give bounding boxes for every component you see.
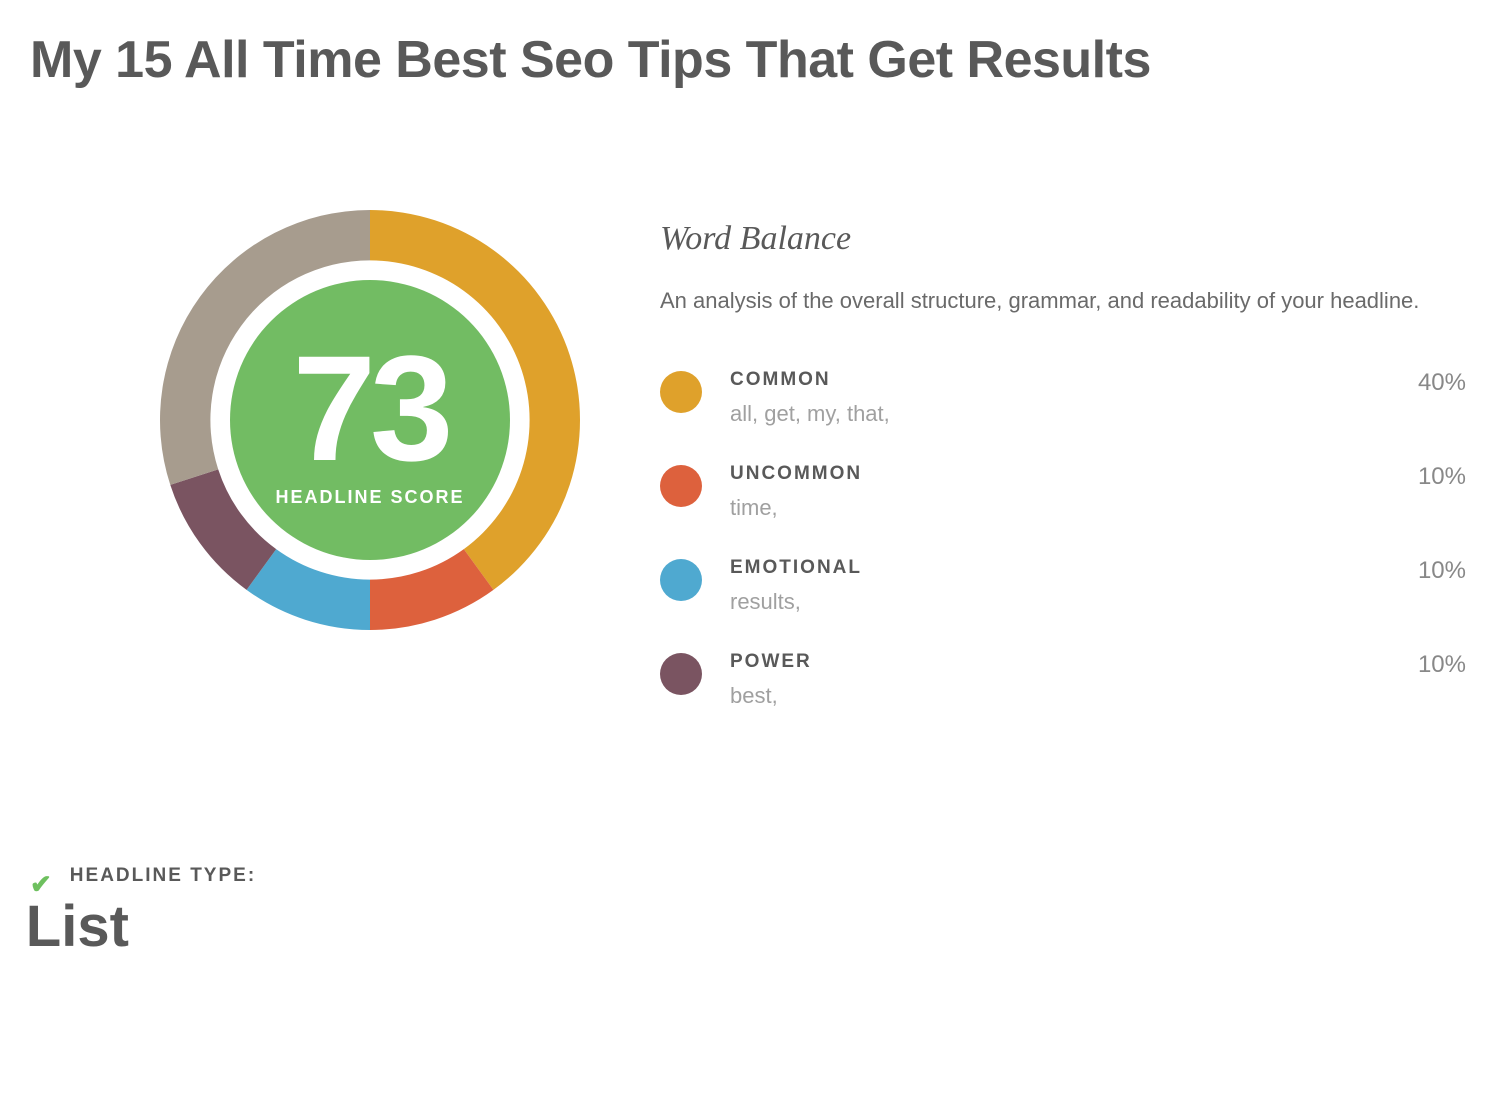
headline-type-label: HEADLINE TYPE: <box>70 865 256 887</box>
category-words: time, <box>730 495 1398 521</box>
category-label: EMOTIONAL <box>730 557 1398 579</box>
category-words: results, <box>730 589 1398 615</box>
category-words: all, get, my, that, <box>730 401 1398 427</box>
word-balance-section: Word Balance An analysis of the overall … <box>660 210 1466 745</box>
category-label: UNCOMMON <box>730 463 1398 485</box>
category-label: COMMON <box>730 369 1398 391</box>
category-row: EMOTIONAL results,10% <box>660 557 1466 615</box>
category-row: COMMON all, get, my, that,40% <box>660 369 1466 427</box>
page-title: My 15 All Time Best Seo Tips That Get Re… <box>30 30 1466 90</box>
score-value: 73 <box>293 333 448 483</box>
category-dot <box>660 559 702 601</box>
word-balance-title: Word Balance <box>660 220 1466 258</box>
category-dot <box>660 371 702 413</box>
category-label: POWER <box>730 651 1398 673</box>
category-percent: 10% <box>1398 463 1466 491</box>
category-percent: 40% <box>1398 369 1466 397</box>
headline-score-chart: 73 HEADLINE SCORE <box>160 210 580 630</box>
score-center: 73 HEADLINE SCORE <box>230 280 510 560</box>
category-percent: 10% <box>1398 651 1466 679</box>
category-row: POWER best,10% <box>660 651 1466 709</box>
category-dot <box>660 465 702 507</box>
category-percent: 10% <box>1398 557 1466 585</box>
score-label: HEADLINE SCORE <box>275 487 464 508</box>
headline-type-block: ✔ HEADLINE TYPE: List <box>30 865 1466 960</box>
word-balance-description: An analysis of the overall structure, gr… <box>660 282 1420 319</box>
category-row: UNCOMMON time,10% <box>660 463 1466 521</box>
headline-type-value: List <box>26 893 256 960</box>
category-dot <box>660 653 702 695</box>
category-words: best, <box>730 683 1398 709</box>
